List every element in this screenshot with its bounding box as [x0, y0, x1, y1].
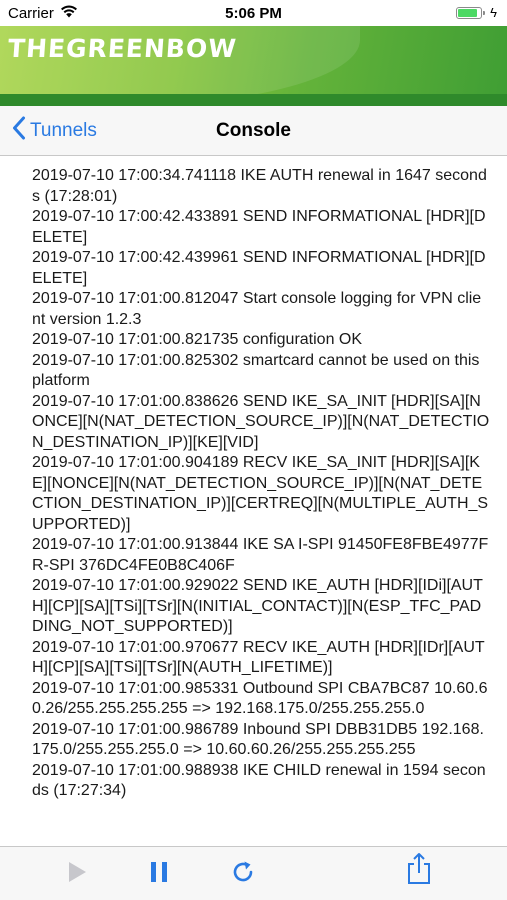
log-line: 2019-07-10 17:01:00.986789 Inbound SPI D…	[32, 720, 484, 759]
log-line: 2019-07-10 17:01:00.821735 configuration…	[32, 331, 363, 348]
status-right: ϟ	[456, 5, 497, 20]
page-title: Console	[216, 120, 291, 141]
console-text: 2019-07-10 17:00:34.741118 IKE AUTH rene…	[32, 166, 490, 802]
play-icon	[66, 860, 88, 889]
log-line: 2019-07-10 17:00:42.439961 SEND INFORMAT…	[32, 249, 486, 287]
log-line: 2019-07-10 17:01:00.812047 Start console…	[32, 290, 482, 328]
pause-button[interactable]	[144, 859, 174, 889]
log-line: 2019-07-10 17:01:00.985331 Outbound SPI …	[32, 679, 488, 718]
log-line: 2019-07-10 17:01:00.904189 RECV IKE_SA_I…	[32, 454, 489, 533]
share-icon	[405, 851, 433, 890]
console-log-view[interactable]: 2019-07-10 17:00:34.741118 IKE AUTH rene…	[0, 156, 507, 846]
share-button[interactable]	[404, 852, 434, 885]
status-bar: Carrier 5:06 PM ϟ	[0, 0, 507, 26]
charging-bolt-icon: ϟ	[490, 5, 497, 20]
battery-icon	[456, 6, 486, 19]
refresh-icon	[230, 859, 256, 890]
navigation-bar: Tunnels Console	[0, 106, 507, 156]
pause-icon	[148, 860, 170, 889]
bottom-toolbar	[0, 846, 507, 900]
log-line: 2019-07-10 17:01:00.988938 IKE CHILD ren…	[32, 761, 486, 800]
log-line: 2019-07-10 17:00:42.433891 SEND INFORMAT…	[32, 208, 486, 246]
log-line: 2019-07-10 17:01:00.838626 SEND IKE_SA_I…	[32, 392, 490, 451]
log-line: 2019-07-10 17:01:00.913844 IKE SA I-SPI …	[32, 536, 489, 574]
log-line: 2019-07-10 17:00:34.741118 IKE AUTH rene…	[32, 167, 487, 205]
refresh-button[interactable]	[228, 859, 258, 889]
play-button[interactable]	[62, 859, 92, 889]
brand-banner: THEGREENBOW	[0, 26, 507, 106]
log-line: 2019-07-10 17:01:00.970677 RECV IKE_AUTH…	[32, 638, 485, 677]
status-time: 5:06 PM	[225, 5, 282, 22]
brand-logo: THEGREENBOW	[6, 34, 238, 63]
log-line: 2019-07-10 17:01:00.825302 smartcard can…	[32, 351, 480, 390]
log-line: 2019-07-10 17:01:00.929022 SEND IKE_AUTH…	[32, 577, 483, 635]
